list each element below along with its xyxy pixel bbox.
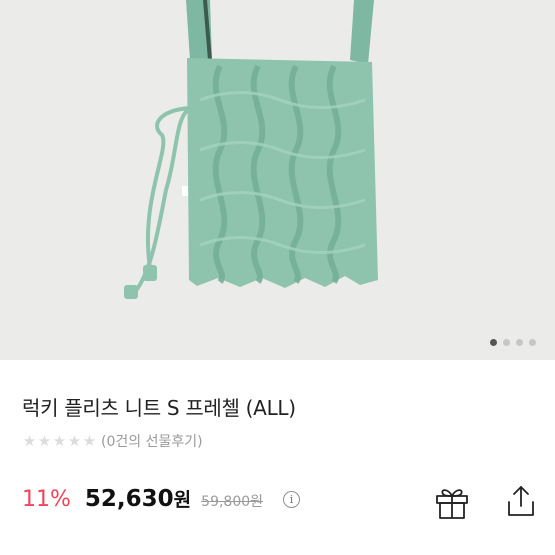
original-price: 59,800원 <box>201 494 264 510</box>
sale-price: 52,630 <box>84 486 174 512</box>
star-icon: ★ <box>67 432 82 450</box>
gift-button[interactable] <box>434 484 470 520</box>
share-icon <box>508 486 534 516</box>
share-button[interactable] <box>505 484 537 518</box>
carousel-dot[interactable] <box>529 339 536 346</box>
gift-icon <box>436 489 468 519</box>
carousel-indicator[interactable] <box>490 339 536 346</box>
info-icon[interactable]: i <box>283 491 300 508</box>
star-icon: ★ <box>82 432 97 450</box>
carousel-dot[interactable] <box>503 339 510 346</box>
star-icon: ★ <box>37 432 52 450</box>
review-count[interactable]: (0건의 선물후기) <box>101 431 203 451</box>
rating-row[interactable]: ★ ★ ★ ★ ★ (0건의 선물후기) <box>22 431 203 451</box>
star-icon: ★ <box>52 432 67 450</box>
discount-rate: 11% <box>22 487 71 512</box>
price-row: 11% 52,630 원 59,800원 <box>22 485 263 512</box>
carousel-dot-active[interactable] <box>490 339 497 346</box>
star-icon: ★ <box>22 432 37 450</box>
product-image[interactable] <box>0 0 555 360</box>
carousel-dot[interactable] <box>516 339 523 346</box>
knit-bag-image <box>124 0 378 299</box>
product-title: 럭키 플리츠 니트 S 프레첼 (ALL) <box>22 396 296 420</box>
price-unit: 원 <box>173 489 192 511</box>
